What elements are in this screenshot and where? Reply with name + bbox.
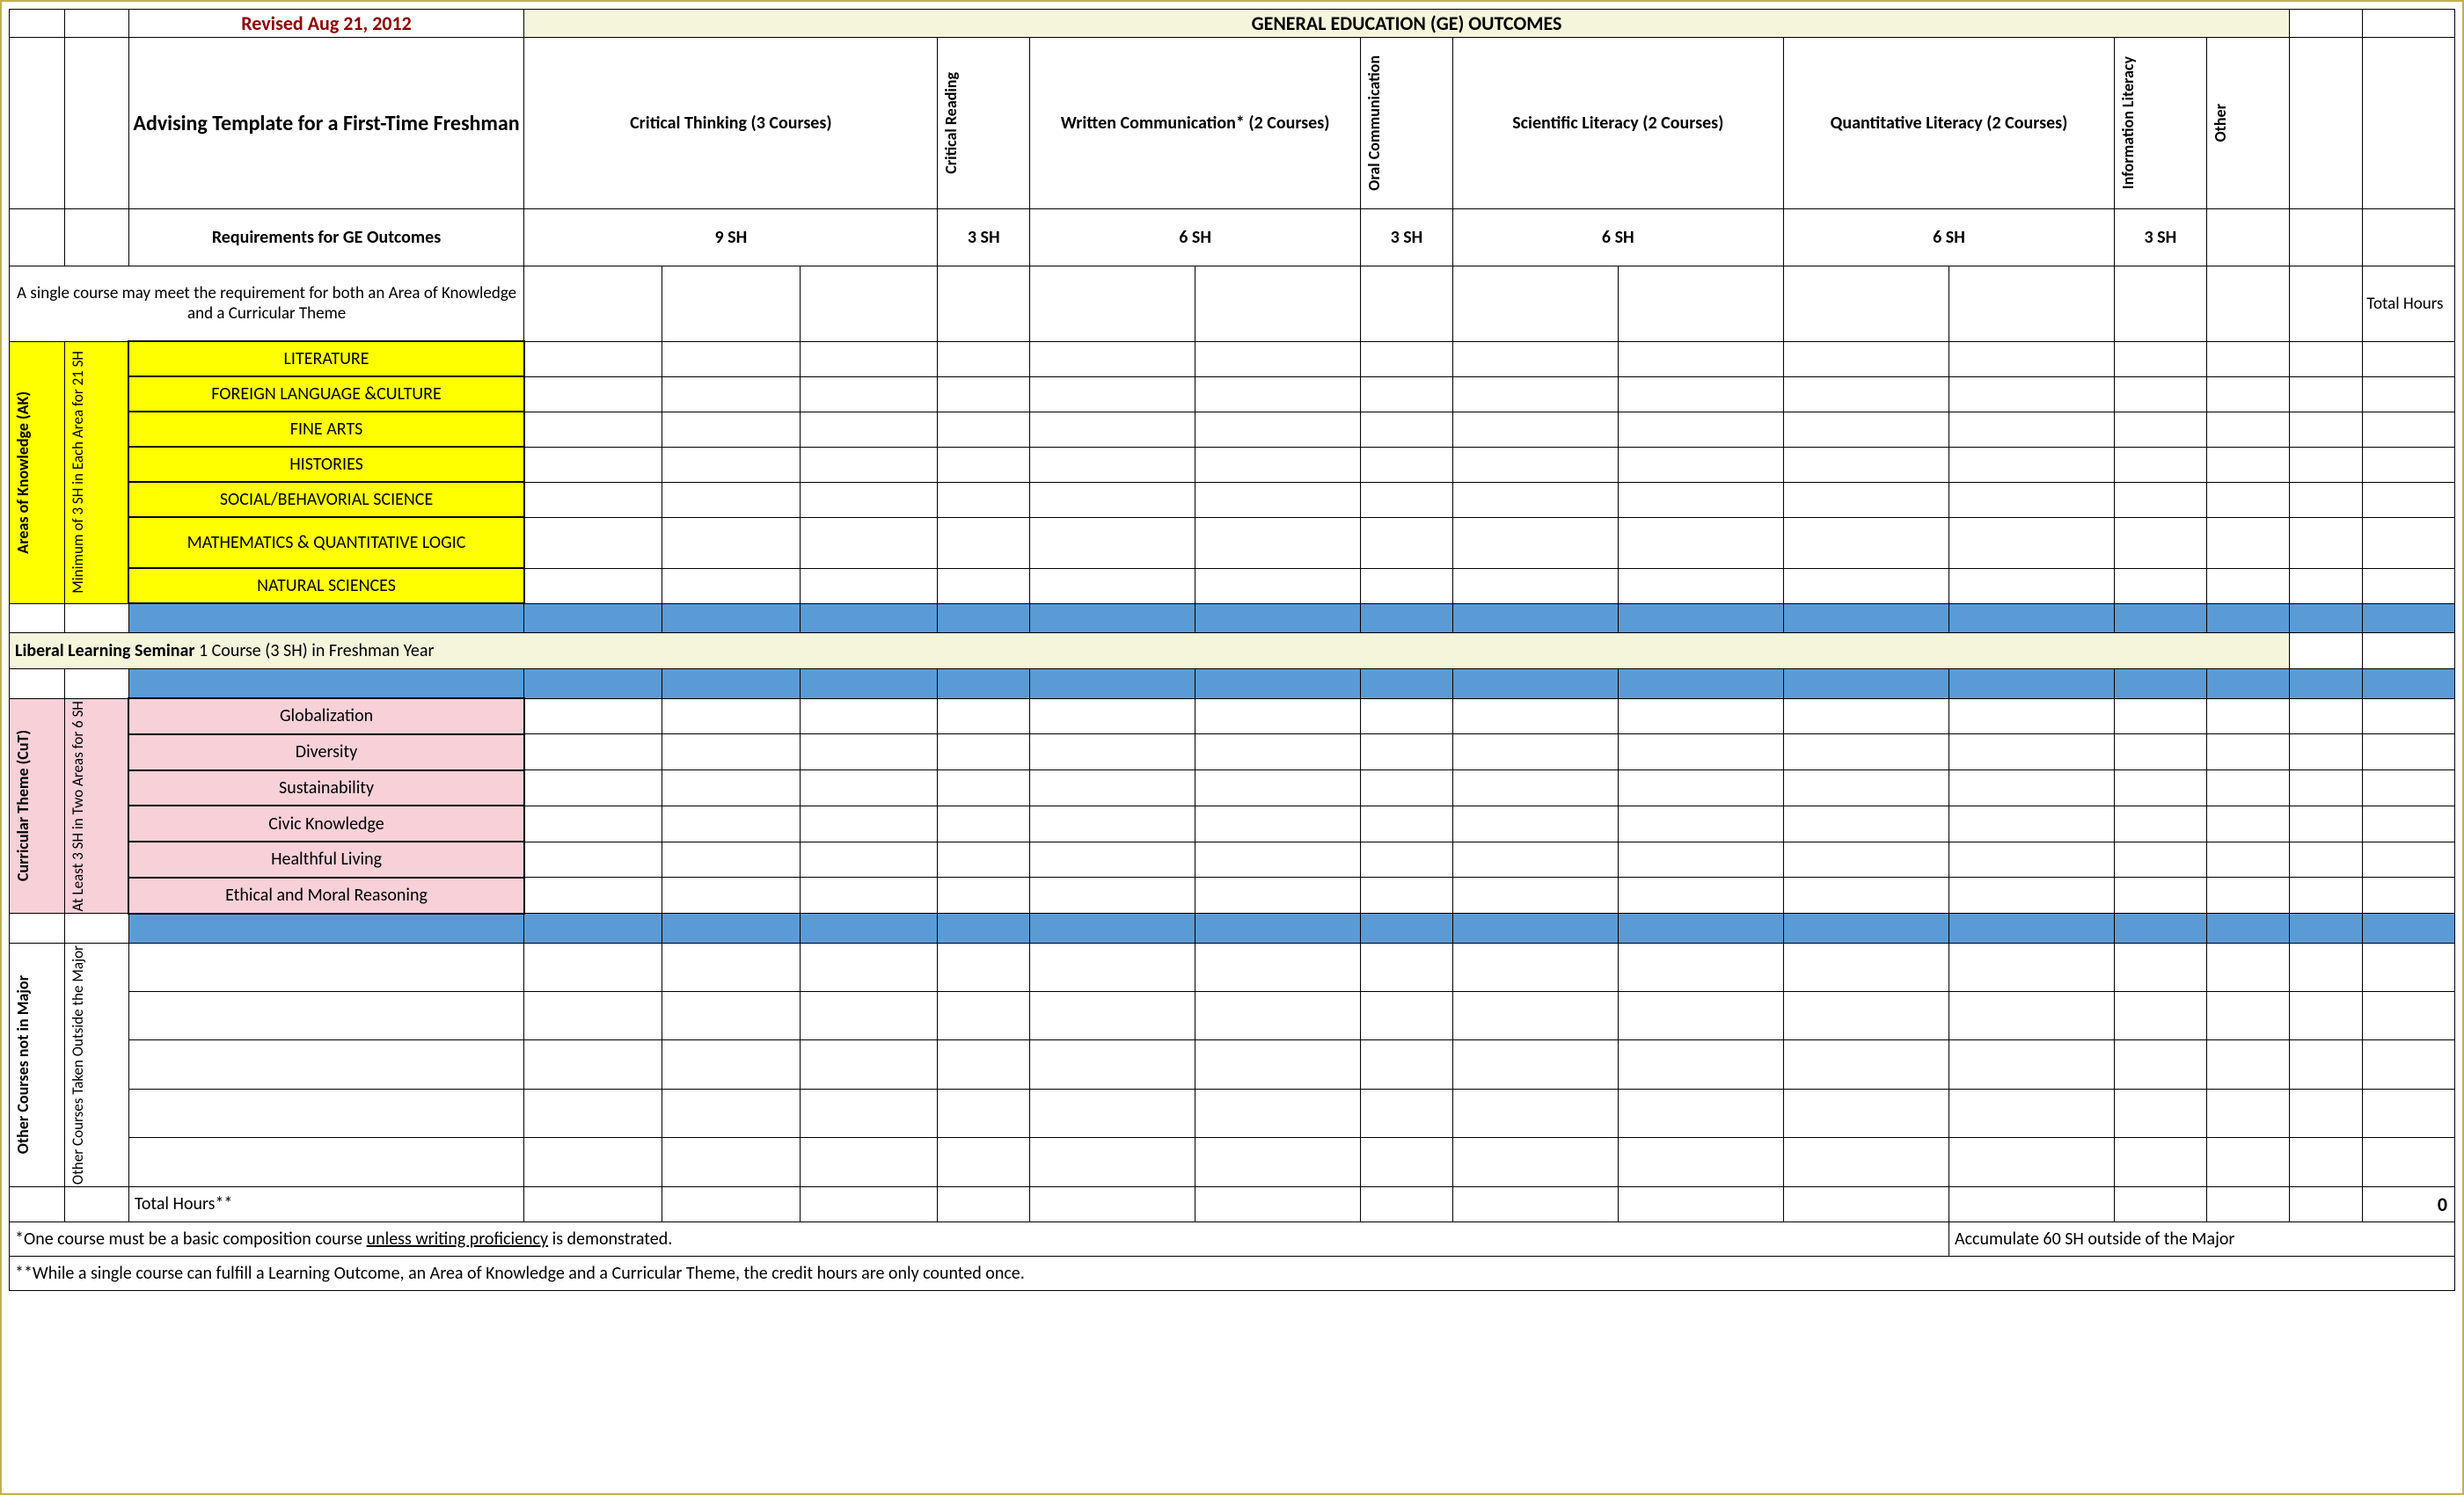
sh-oc: 3 SH	[1361, 209, 1453, 266]
cut-label: Curricular Theme (CuT)	[13, 730, 33, 881]
footer-row-2: **While a single course can fulfill a Le…	[10, 1256, 2455, 1290]
cut-row-5: Ethical and Moral Reasoning	[10, 878, 2455, 914]
requirements-row: Requirements for GE Outcomes 9 SH 3 SH 6…	[10, 209, 2455, 266]
lls-row: Liberal Learning Seminar 1 Course (3 SH)…	[10, 633, 2455, 669]
other-row-3	[10, 1089, 2455, 1137]
cut-row-4: Healthful Living	[10, 842, 2455, 878]
note-row: A single course may meet the requirement…	[10, 266, 2455, 342]
other-label: Other Courses not in Major	[13, 975, 33, 1154]
total-hours-value: 0	[2363, 1186, 2455, 1222]
cut-item-3: Civic Knowledge	[128, 806, 523, 842]
cut-row-1: Diversity	[10, 734, 2455, 770]
cut-row-2: Sustainability	[10, 770, 2455, 806]
sh-cr: 3 SH	[938, 209, 1030, 266]
footer1b: is demonstrated.	[548, 1229, 672, 1250]
ak-item-0: LITERATURE	[128, 341, 523, 376]
ak-item-5: MATHEMATICS & QUANTITATIVE LOGIC	[128, 517, 523, 568]
cut-sub: At Least 3 SH in Two Areas for 6 SH	[69, 701, 87, 912]
footer1a: *One course must be a basic composition …	[15, 1229, 367, 1250]
sh-ct: 9 SH	[524, 209, 938, 266]
col-info-literacy: Information Literacy	[2118, 56, 2138, 189]
other-row-1	[10, 991, 2455, 1039]
cut-item-1: Diversity	[128, 734, 523, 770]
template-title: Advising Template for a First-Time Fresh…	[128, 38, 523, 209]
sh-wc: 6 SH	[1029, 209, 1360, 266]
cut-row-0: Curricular Theme (CuT) At Least 3 SH in …	[10, 698, 2455, 734]
ak-row-6: NATURAL SCIENCES	[10, 568, 2455, 603]
col-scientific: Scientific Literacy (2 Courses)	[1452, 38, 1783, 209]
ak-row-1: FOREIGN LANGUAGE &CULTURE	[10, 376, 2455, 412]
blue-sep-3	[10, 914, 2455, 944]
ak-sub: Minimum of 3 SH in Each Area for 21 SH	[69, 351, 87, 594]
footer1u: unless writing proficiency	[367, 1229, 548, 1250]
requirements-label: Requirements for GE Outcomes	[128, 209, 523, 266]
ak-label: Areas of Knowledge (AK)	[13, 391, 33, 554]
ge-outcomes-header: GENERAL EDUCATION (GE) OUTCOMES	[524, 10, 2290, 38]
blue-sep-2	[10, 669, 2455, 699]
cut-row-3: Civic Knowledge	[10, 806, 2455, 842]
footer-row-1: *One course must be a basic composition …	[10, 1222, 2455, 1256]
footer2: **While a single course can fulfill a Le…	[10, 1256, 2455, 1290]
ak-item-3: HISTORIES	[128, 447, 523, 482]
blue-sep-1	[10, 603, 2455, 633]
col-critical-reading: Critical Reading	[941, 72, 961, 174]
ak-item-6: NATURAL SCIENCES	[128, 568, 523, 603]
ak-item-4: SOCIAL/BEHAVORIAL SCIENCE	[128, 482, 523, 517]
other-row-0: Other Courses not in Major Other Courses…	[10, 943, 2455, 991]
cut-item-2: Sustainability	[128, 770, 523, 806]
col-other: Other	[2211, 104, 2230, 142]
revised-date: Revised Aug 21, 2012	[128, 10, 523, 38]
ak-row-4: SOCIAL/BEHAVORIAL SCIENCE	[10, 482, 2455, 517]
ak-row-2: FINE ARTS	[10, 412, 2455, 447]
lls-rest: 1 Course (3 SH) in Freshman Year	[194, 640, 434, 661]
ak-item-2: FINE ARTS	[128, 412, 523, 447]
col-critical-thinking: Critical Thinking (3 Courses)	[524, 38, 938, 209]
other-row-2	[10, 1040, 2455, 1089]
note-text: A single course may meet the requirement…	[10, 266, 524, 342]
col-quantitative: Quantitative Literacy (2 Courses)	[1783, 38, 2114, 209]
sh-il: 3 SH	[2115, 209, 2207, 266]
col-written-comm: Written Communication* (2 Courses)	[1029, 38, 1360, 209]
ak-item-1: FOREIGN LANGUAGE &CULTURE	[128, 376, 523, 412]
header-row-2: Advising Template for a First-Time Fresh…	[10, 38, 2455, 209]
header-row-1: Revised Aug 21, 2012 GENERAL EDUCATION (…	[10, 10, 2455, 38]
ak-row-3: HISTORIES	[10, 447, 2455, 482]
ak-row-5: MATHEMATICS & QUANTITATIVE LOGIC	[10, 517, 2455, 568]
advising-template-table: Revised Aug 21, 2012 GENERAL EDUCATION (…	[9, 9, 2455, 1291]
total-hours-label: Total Hours	[2363, 266, 2455, 342]
other-row-4	[10, 1138, 2455, 1186]
footer1r: Accumulate 60 SH outside of the Major	[1949, 1222, 2455, 1256]
total-row: Total Hours** 0	[10, 1186, 2455, 1222]
other-sub: Other Courses Taken Outside the Major	[69, 945, 87, 1185]
sh-ql: 6 SH	[1783, 209, 2114, 266]
lls-bold: Liberal Learning Seminar	[15, 640, 194, 661]
cut-item-4: Healthful Living	[128, 842, 523, 878]
col-oral-comm: Oral Communication	[1364, 55, 1384, 191]
total-hours-text: Total Hours**	[128, 1186, 523, 1222]
sh-sl: 6 SH	[1452, 209, 1783, 266]
ak-row-0: Areas of Knowledge (AK) Minimum of 3 SH …	[10, 341, 2455, 376]
cut-item-5: Ethical and Moral Reasoning	[128, 878, 523, 914]
cut-item-0: Globalization	[128, 698, 523, 734]
